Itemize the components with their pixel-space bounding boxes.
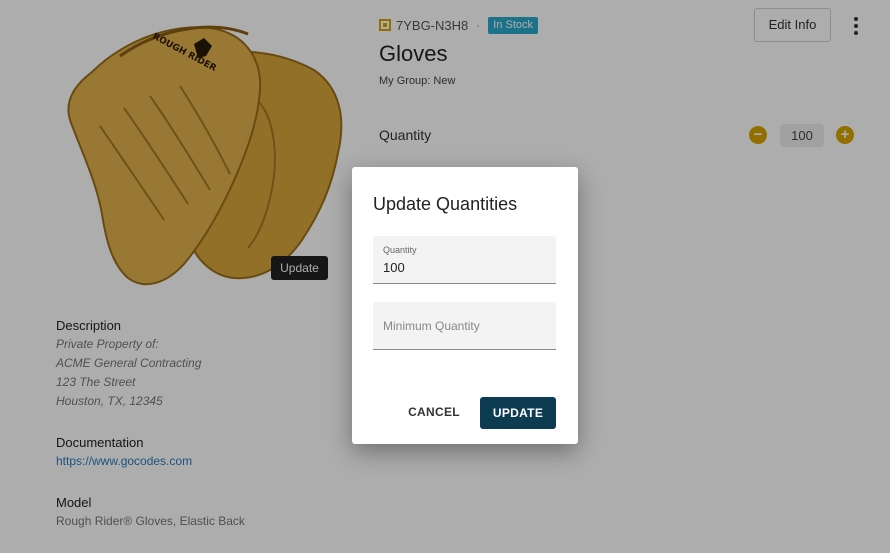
minimum-quantity-placeholder: Minimum Quantity [383, 319, 480, 333]
quantity-field-value[interactable]: 100 [383, 260, 405, 275]
update-button[interactable]: UPDATE [480, 397, 556, 429]
cancel-button[interactable]: CANCEL [400, 398, 468, 426]
update-quantities-dialog: Update Quantities Quantity 100 Minimum Q… [352, 167, 578, 444]
quantity-field-label: Quantity [383, 245, 417, 255]
quantity-field[interactable]: Quantity 100 [373, 236, 556, 284]
minimum-quantity-field[interactable]: Minimum Quantity [373, 302, 556, 350]
dialog-title: Update Quantities [373, 194, 518, 214]
